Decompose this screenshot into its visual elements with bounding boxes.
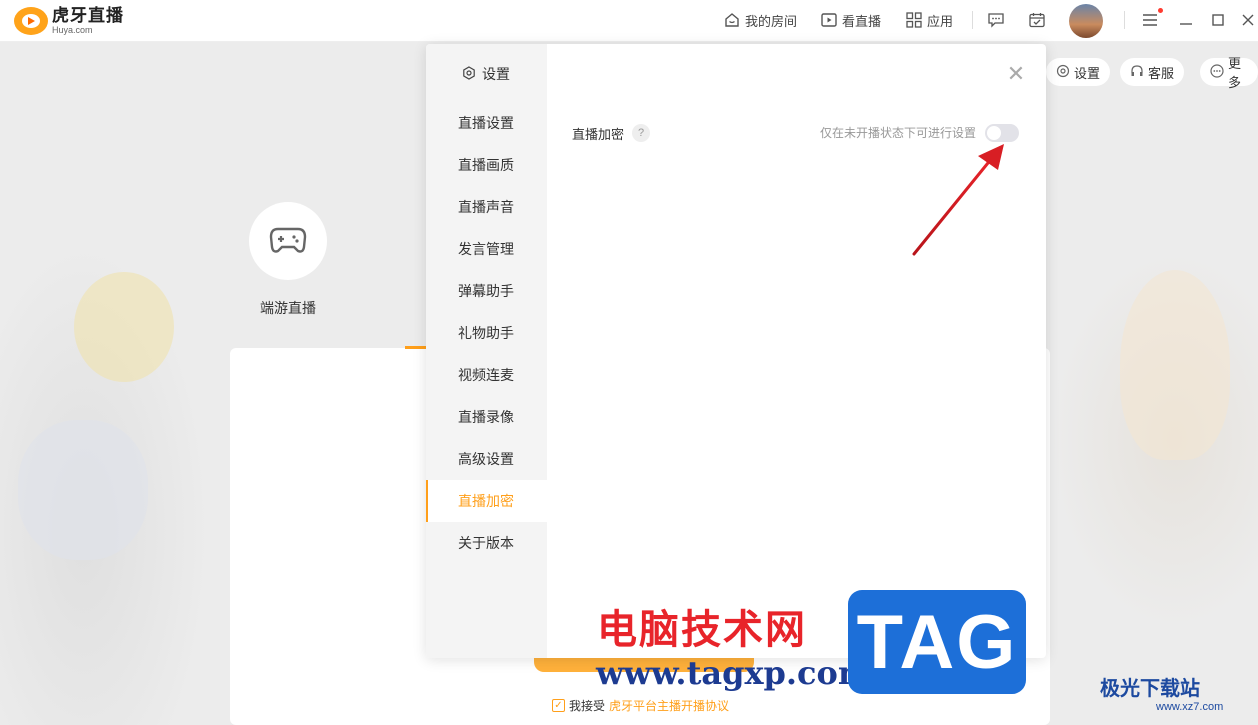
gear-icon	[1056, 64, 1070, 81]
menu-item-chat-management[interactable]: 发言管理	[426, 228, 547, 270]
logo-title: 虎牙直播	[52, 6, 124, 25]
mascot-illustration	[18, 420, 148, 560]
customer-service-label: 客服	[1148, 65, 1175, 81]
menu-item-recording[interactable]: 直播录像	[426, 396, 547, 438]
menu-item-advanced[interactable]: 高级设置	[426, 438, 547, 480]
nav-my-room[interactable]: 我的房间	[723, 8, 797, 32]
calendar-icon[interactable]	[1027, 10, 1047, 30]
settings-dialog-title: 设置	[462, 64, 510, 84]
settings-sidebar: 设置 直播设置 直播画质 直播声音 发言管理 弹幕助手 礼物助手 视频连麦 直播…	[426, 44, 547, 658]
watermark-site-name: 极光下载站	[1100, 678, 1200, 700]
settings-button[interactable]: 设置	[1046, 58, 1111, 86]
nav-my-room-label: 我的房间	[745, 13, 798, 29]
more-button-label: 更多	[1228, 56, 1242, 90]
huya-logo[interactable]: 虎牙直播 Huya.com	[14, 6, 124, 36]
encryption-row: 直播加密 ?	[572, 124, 651, 142]
settings-title-text: 设置	[482, 66, 510, 82]
watermark-url: www.tagxp.com	[596, 654, 872, 692]
grid-icon	[905, 11, 923, 29]
menu-item-audio[interactable]: 直播声音	[426, 186, 547, 228]
divider	[1124, 11, 1125, 29]
mascot-illustration	[74, 272, 174, 382]
agreement-checkbox[interactable]: ✓	[552, 699, 565, 712]
menu-item-danmaku-assistant[interactable]: 弹幕助手	[426, 270, 547, 312]
agreement-prefix: 我接受	[569, 699, 606, 713]
nav-watch-live-label: 看直播	[842, 13, 882, 29]
encryption-label: 直播加密	[572, 126, 625, 142]
settings-button-label: 设置	[1074, 65, 1101, 81]
menu-item-live-settings[interactable]: 直播设置	[426, 102, 547, 144]
huya-logo-icon	[14, 7, 48, 35]
settings-dialog: 设置 直播设置 直播画质 直播声音 发言管理 弹幕助手 礼物助手 视频连麦 直播…	[426, 44, 1046, 658]
more-button[interactable]: 更多	[1200, 56, 1258, 90]
message-icon[interactable]	[986, 10, 1006, 30]
menu-item-about[interactable]: 关于版本	[426, 522, 547, 564]
nav-apps[interactable]: 应用	[905, 8, 953, 32]
window-close-icon[interactable]	[1238, 10, 1258, 30]
watermark-site: 极光下载站 www.xz7.com	[1100, 672, 1223, 713]
agreement-row: ✓ 我接受 虎牙平台主播开播协议	[552, 697, 729, 714]
headset-icon	[1130, 64, 1144, 81]
dialog-close-icon[interactable]: ✕	[1006, 63, 1026, 85]
menu-item-encryption[interactable]: 直播加密	[426, 480, 547, 522]
tab-indicator	[405, 346, 427, 349]
menu-item-video-quality[interactable]: 直播画质	[426, 144, 547, 186]
watermark-tag-logo: TAG	[848, 590, 1026, 694]
title-bar: 虎牙直播 Huya.com 我的房间 看直播 应用	[0, 0, 1258, 42]
home-icon	[723, 11, 741, 29]
logo-subtitle: Huya.com	[52, 25, 93, 35]
user-avatar[interactable]	[1069, 4, 1103, 38]
play-icon	[820, 11, 838, 29]
pc-game-live-label: 端游直播	[260, 300, 316, 316]
minimize-icon[interactable]	[1176, 10, 1196, 30]
more-icon	[1210, 63, 1224, 81]
toggle-knob	[987, 126, 1001, 140]
watermark-site-url: www.xz7.com	[1156, 701, 1224, 713]
divider	[972, 11, 973, 29]
agreement-link[interactable]: 虎牙平台主播开播协议	[609, 697, 729, 714]
anime-girl-illustration	[1120, 270, 1230, 460]
menu-icon[interactable]	[1140, 10, 1160, 30]
customer-service-button[interactable]: 客服	[1120, 58, 1185, 86]
gamepad-icon	[268, 223, 308, 260]
menu-item-video-link[interactable]: 视频连麦	[426, 354, 547, 396]
maximize-icon[interactable]	[1208, 10, 1228, 30]
watermark-text: 电脑技术网	[597, 607, 807, 653]
gear-icon	[462, 65, 476, 83]
pc-game-live-button[interactable]	[249, 202, 327, 280]
notification-dot	[1158, 8, 1163, 13]
nav-watch-live[interactable]: 看直播	[820, 8, 881, 32]
help-icon[interactable]: ?	[632, 124, 651, 142]
menu-item-gift-assistant[interactable]: 礼物助手	[426, 312, 547, 354]
annotation-arrow	[912, 144, 1004, 256]
nav-apps-label: 应用	[927, 13, 954, 29]
